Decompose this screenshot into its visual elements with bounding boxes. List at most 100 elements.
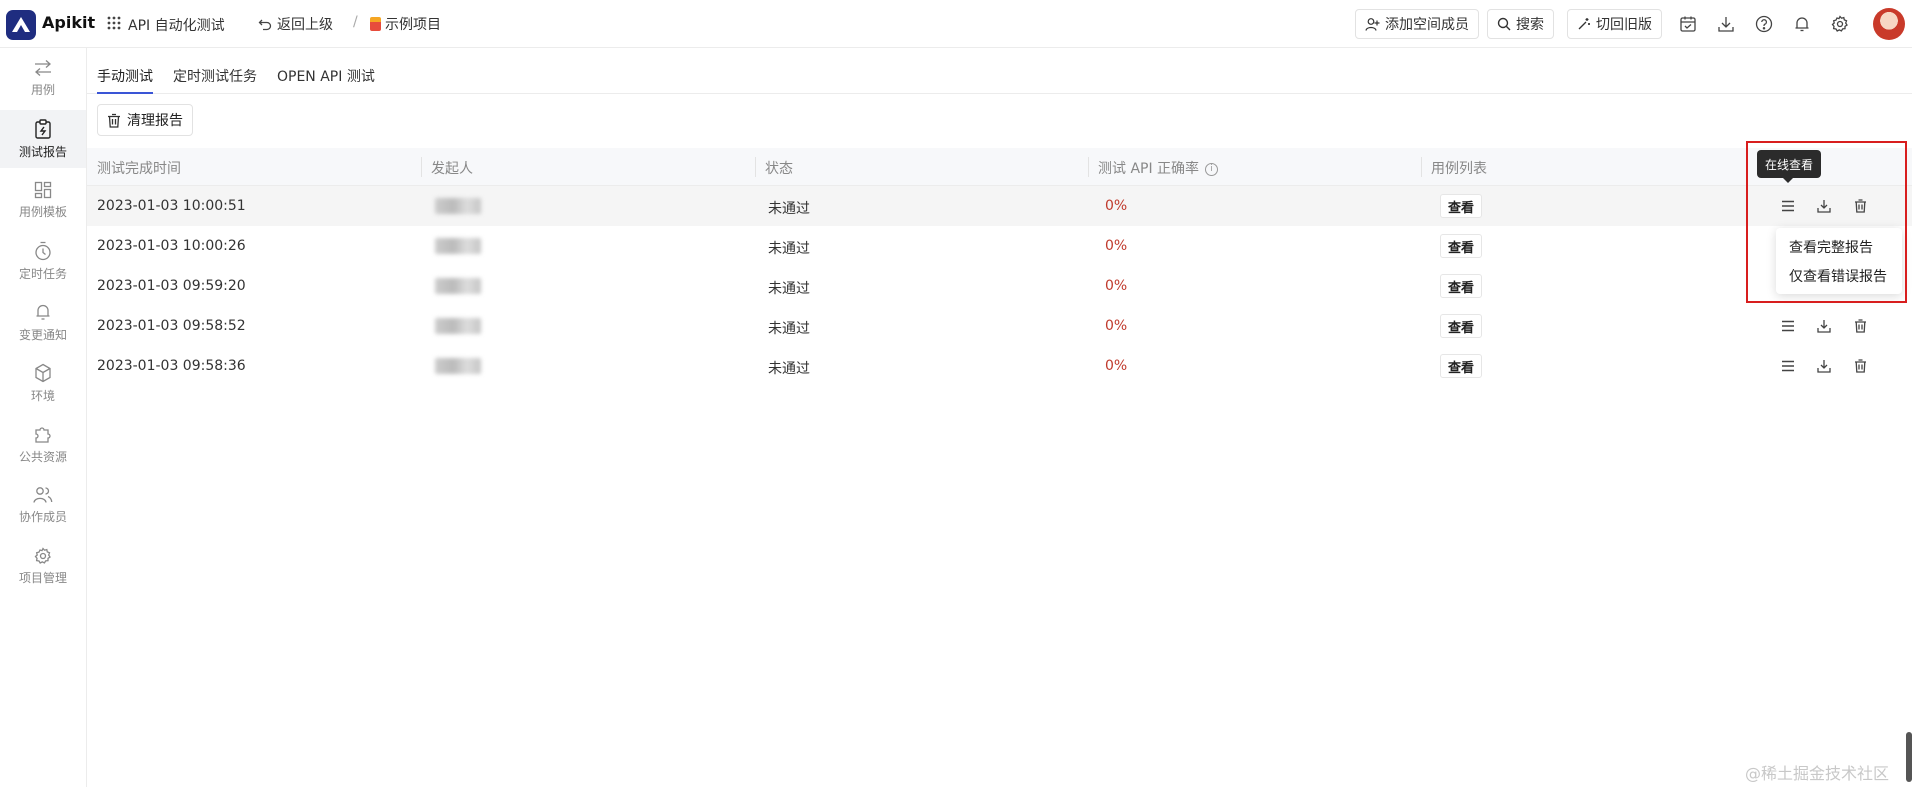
- search-button[interactable]: 搜索: [1487, 9, 1554, 39]
- delete-report-icon[interactable]: [1851, 317, 1869, 335]
- undo-icon: [258, 19, 272, 31]
- sidebar-item-project-management[interactable]: 项目管理: [0, 537, 86, 595]
- table-row[interactable]: 2023-01-03 10:00:51 未通过 0% 查看: [87, 186, 1912, 226]
- user-avatar[interactable]: [1873, 8, 1905, 40]
- table-header: 测试完成时间 发起人 状态 测试 API 正确率 i 用例列表: [87, 148, 1912, 186]
- app-name[interactable]: Apikit: [42, 13, 95, 32]
- sidebar-item-scheduled[interactable]: 定时任务: [0, 232, 86, 290]
- accuracy-rate: 0%: [1105, 198, 1128, 214]
- download-icon[interactable]: [1715, 13, 1737, 35]
- users-icon: [33, 486, 53, 503]
- tab-manual-test[interactable]: 手动测试: [97, 66, 153, 94]
- swap-icon: [35, 59, 51, 76]
- bell-icon[interactable]: [1791, 13, 1813, 35]
- sidebar-item-label: 定时任务: [18, 266, 67, 281]
- column-header-status: 状态: [765, 161, 793, 177]
- puzzle-icon: [35, 426, 51, 443]
- sidebar-item-label: 测试报告: [18, 144, 67, 159]
- completion-time: 2023-01-03 10:00:51: [97, 198, 246, 214]
- sidebar-item-label: 变更通知: [18, 327, 67, 342]
- sidebar-item-reports[interactable]: 测试报告: [0, 110, 86, 168]
- column-divider[interactable]: [1088, 157, 1089, 177]
- column-header-accuracy-label: 测试 API 正确率: [1098, 161, 1200, 177]
- report-icon: [35, 118, 51, 139]
- column-divider[interactable]: [1421, 157, 1422, 177]
- download-report-icon[interactable]: [1815, 357, 1833, 375]
- column-divider[interactable]: [755, 157, 756, 177]
- sidebar-item-label: 公共资源: [18, 449, 67, 464]
- view-cases-button[interactable]: 查看: [1440, 274, 1483, 298]
- project-icon: [370, 17, 381, 31]
- column-divider[interactable]: [421, 157, 422, 177]
- template-icon: [34, 181, 52, 198]
- view-cases-button[interactable]: 查看: [1440, 194, 1483, 218]
- info-icon[interactable]: i: [1205, 162, 1219, 176]
- sidebar-item-notifications[interactable]: 变更通知: [0, 293, 86, 351]
- apikit-logo-icon[interactable]: [6, 10, 36, 40]
- sidebar-item-label: 用例: [30, 82, 55, 97]
- switch-old-version-button[interactable]: 切回旧版: [1567, 9, 1662, 39]
- settings-gear-icon[interactable]: [1829, 13, 1851, 35]
- calendar-check-icon[interactable]: [1677, 13, 1699, 35]
- table-row[interactable]: 2023-01-03 09:59:20 未通过 0% 查看: [87, 266, 1912, 306]
- scrollbar-thumb[interactable]: [1906, 732, 1912, 782]
- status-text: 未通过: [768, 201, 810, 217]
- breadcrumb-project[interactable]: 示例项目: [370, 13, 441, 35]
- initiator-blurred: [435, 318, 481, 334]
- table-row[interactable]: 2023-01-03 09:58:52 未通过 0% 查看: [87, 306, 1912, 346]
- report-tabs: 手动测试 定时测试任务 OPEN API 测试: [87, 48, 1912, 94]
- column-header-cases: 用例列表: [1431, 161, 1487, 177]
- online-view-list-icon[interactable]: [1779, 317, 1797, 335]
- bell-icon: [36, 304, 50, 320]
- view-cases-button[interactable]: 查看: [1440, 354, 1483, 378]
- magic-wand-icon: [1578, 18, 1590, 30]
- completion-time: 2023-01-03 09:58:52: [97, 318, 246, 334]
- sidebar-item-public-resources[interactable]: 公共资源: [0, 415, 86, 473]
- tab-open-api-test[interactable]: OPEN API 测试: [277, 66, 375, 94]
- sidebar-item-label: 用例模板: [18, 204, 67, 219]
- watermark: @稀土掘金技术社区: [1745, 764, 1890, 783]
- status-text: 未通过: [768, 361, 810, 377]
- clean-reports-label: 清理报告: [127, 113, 183, 129]
- search-label: 搜索: [1516, 17, 1544, 33]
- top-bar: Apikit API 自动化测试 返回上级 / 示例项目 添加空间成员 搜索 切…: [0, 0, 1912, 48]
- table-row[interactable]: 2023-01-03 09:58:36 未通过 0% 查看: [87, 346, 1912, 386]
- column-header-time: 测试完成时间: [97, 161, 181, 177]
- help-icon[interactable]: [1753, 13, 1775, 35]
- clean-reports-button[interactable]: 清理报告: [97, 104, 193, 136]
- back-link-label: 返回上级: [277, 17, 333, 33]
- tab-scheduled-test[interactable]: 定时测试任务: [173, 66, 257, 94]
- completion-time: 2023-01-03 09:58:36: [97, 358, 246, 374]
- switch-old-version-label: 切回旧版: [1596, 17, 1652, 33]
- sidebar-item-templates[interactable]: 用例模板: [0, 171, 86, 229]
- gear-icon: [34, 546, 51, 564]
- add-member-button[interactable]: 添加空间成员: [1355, 9, 1479, 39]
- timer-icon: [35, 241, 51, 260]
- accuracy-rate: 0%: [1105, 318, 1128, 334]
- download-report-icon[interactable]: [1815, 317, 1833, 335]
- view-cases-button[interactable]: 查看: [1440, 314, 1483, 338]
- sidebar: 用例 测试报告 用例模板 定时任务 变更通知 环境 公共资源 协作成员 项目管理: [0, 48, 87, 787]
- annotation-highlight-box: [1746, 141, 1907, 303]
- accuracy-rate: 0%: [1105, 278, 1128, 294]
- status-text: 未通过: [768, 241, 810, 257]
- delete-report-icon[interactable]: [1851, 357, 1869, 375]
- module-name[interactable]: API 自动化测试: [128, 15, 225, 35]
- completion-time: 2023-01-03 09:59:20: [97, 278, 246, 294]
- initiator-blurred: [435, 278, 481, 294]
- sidebar-item-cases[interactable]: 用例: [0, 49, 86, 107]
- initiator-blurred: [435, 198, 481, 214]
- sidebar-item-environment[interactable]: 环境: [0, 354, 86, 412]
- sidebar-item-members[interactable]: 协作成员: [0, 476, 86, 534]
- breadcrumb-separator: /: [353, 14, 358, 30]
- view-cases-button[interactable]: 查看: [1440, 234, 1483, 258]
- back-link[interactable]: 返回上级: [258, 13, 333, 35]
- apps-grid-icon[interactable]: [107, 16, 121, 34]
- add-member-label: 添加空间成员: [1385, 17, 1469, 33]
- online-view-list-icon[interactable]: [1779, 357, 1797, 375]
- status-text: 未通过: [768, 281, 810, 297]
- trash-icon: [108, 113, 120, 128]
- table-row[interactable]: 2023-01-03 10:00:26 未通过 0% 查看: [87, 226, 1912, 266]
- search-icon: [1497, 17, 1511, 31]
- add-user-icon: [1365, 17, 1380, 31]
